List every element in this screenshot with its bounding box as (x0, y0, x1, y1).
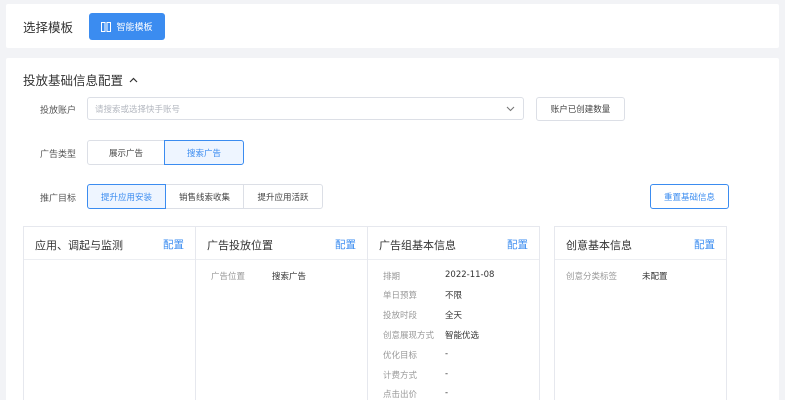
info-key: 优化目标 (383, 351, 418, 361)
template-title: 选择模板 (23, 20, 74, 35)
configure-link[interactable]: 配置 (507, 237, 528, 252)
info-key: 计费方式 (383, 371, 418, 381)
panel-title: 应用、调起与监测 (35, 239, 123, 252)
goal-label: 推广目标 (40, 194, 77, 204)
panel-title: 广告组基本信息 (379, 239, 456, 252)
info-value: - (445, 349, 449, 359)
panel-header: 创意基本信息 配置 (555, 227, 726, 260)
account-select[interactable]: 请搜索或选择快手账号 (87, 97, 524, 120)
chevron-up-icon (129, 77, 138, 82)
account-created-count-button[interactable]: 账户已创建数量 (536, 97, 625, 121)
info-key: 单日预算 (383, 291, 418, 301)
reset-base-info-button[interactable]: 重置基础信息 (650, 184, 729, 209)
base-config-title: 投放基础信息配置 (23, 73, 124, 88)
panel-app-monitor: 应用、调起与监测 配置 (23, 226, 196, 400)
ad-type-label: 广告类型 (40, 150, 77, 160)
account-placeholder: 请搜索或选择快手账号 (95, 105, 181, 115)
goal-option-leads[interactable]: 销售线索收集 (165, 184, 244, 209)
ad-type-segment: 展示广告 搜索广告 (87, 140, 244, 165)
info-value: 不限 (445, 291, 463, 301)
chevron-down-icon (506, 106, 515, 112)
smart-template-button[interactable]: 智能模板 (89, 13, 165, 40)
info-value: 智能优选 (445, 331, 480, 341)
info-value: 全天 (445, 311, 463, 321)
base-config-card: 投放基础信息配置 投放账户 请搜索或选择快手账号 账户已创建数量 广告类型 展示… (6, 58, 779, 400)
goal-option-active[interactable]: 提升应用活跃 (243, 184, 323, 209)
configure-link[interactable]: 配置 (694, 237, 715, 252)
info-key: 排期 (383, 272, 401, 282)
panel-title: 创意基本信息 (566, 239, 632, 252)
configure-link[interactable]: 配置 (163, 237, 184, 252)
goal-segment: 提升应用安装 销售线索收集 提升应用活跃 (87, 184, 323, 209)
panel-header: 广告投放位置 配置 (196, 227, 367, 260)
panel-creative-info: 创意基本信息 配置 创意分类标签 未配置 (554, 226, 727, 400)
smart-template-label: 智能模板 (116, 23, 153, 33)
info-key: 投放时段 (383, 311, 418, 321)
ad-type-option-display[interactable]: 展示广告 (87, 140, 165, 165)
info-key: 广告位置 (211, 272, 246, 282)
info-value: 2022-11-08 (445, 270, 495, 280)
panel-header: 应用、调起与监测 配置 (24, 227, 195, 260)
account-label: 投放账户 (40, 106, 77, 116)
info-key: 点击出价 (383, 390, 418, 400)
goal-option-install[interactable]: 提升应用安装 (87, 184, 166, 209)
info-value: - (445, 388, 449, 398)
info-value: - (445, 369, 449, 379)
panel-adgroup-info: 广告组基本信息 配置 排期 2022-11-08 单日预算 不限 投放时段 全天… (367, 226, 540, 400)
panel-header: 广告组基本信息 配置 (368, 227, 539, 260)
info-key: 创意展现方式 (383, 331, 435, 341)
base-config-header[interactable]: 投放基础信息配置 (23, 70, 138, 89)
info-key: 创意分类标签 (566, 272, 618, 282)
panel-ad-placement: 广告投放位置 配置 广告位置 搜索广告 (195, 226, 368, 400)
info-value: 搜索广告 (272, 272, 307, 282)
template-icon (101, 21, 112, 32)
template-bar: 选择模板 智能模板 (6, 4, 779, 48)
panel-title: 广告投放位置 (207, 239, 273, 252)
configure-link[interactable]: 配置 (335, 237, 356, 252)
ad-type-option-search[interactable]: 搜索广告 (164, 140, 244, 165)
info-value: 未配置 (642, 272, 668, 282)
